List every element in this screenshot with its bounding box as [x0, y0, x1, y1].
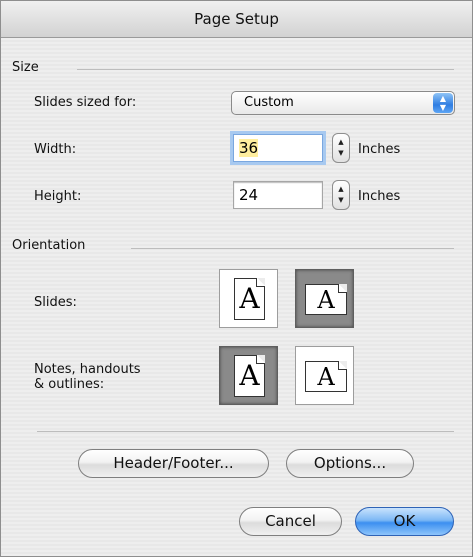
options-button[interactable]: Options... — [286, 449, 414, 478]
buttons-divider — [37, 431, 454, 432]
width-field[interactable]: 36 — [233, 134, 323, 162]
portrait-page-icon: A — [234, 278, 265, 320]
notes-portrait-button[interactable]: A — [219, 346, 278, 405]
title-bar[interactable]: Page Setup — [1, 1, 472, 38]
header-footer-button[interactable]: Header/Footer... — [78, 449, 269, 478]
landscape-page-icon: A — [305, 361, 347, 392]
notes-orientation-label: Notes, handouts & outlines: — [34, 362, 141, 392]
slides-sized-for-label: Slides sized for: — [34, 95, 137, 110]
slides-landscape-button[interactable]: A — [295, 269, 354, 328]
slides-sized-for-popup[interactable]: Custom ▲ ▼ — [231, 91, 455, 115]
height-stepper[interactable]: ▲ ▼ — [332, 180, 350, 210]
landscape-page-icon: A — [305, 284, 347, 315]
width-label: Width: — [34, 142, 77, 157]
width-unit: Inches — [358, 142, 401, 157]
size-section-label: Size — [12, 60, 39, 75]
cancel-button[interactable]: Cancel — [239, 507, 342, 536]
orientation-divider — [131, 248, 454, 249]
dialog-title: Page Setup — [194, 10, 279, 28]
page-setup-dialog: Page Setup Size Slides sized for: Custom… — [0, 0, 473, 557]
height-field[interactable]: 24 — [233, 181, 323, 209]
slides-orientation-label: Slides: — [34, 295, 77, 310]
slides-sized-for-value: Custom — [244, 95, 294, 110]
ok-button[interactable]: OK — [355, 507, 454, 536]
width-value: 36 — [239, 139, 259, 157]
slides-portrait-button[interactable]: A — [219, 269, 278, 328]
popup-arrows-icon: ▲ ▼ — [433, 93, 453, 113]
orientation-section-label: Orientation — [12, 238, 86, 253]
height-label: Height: — [34, 189, 82, 204]
height-value: 24 — [239, 186, 259, 204]
size-divider — [77, 69, 454, 70]
width-stepper[interactable]: ▲ ▼ — [332, 133, 350, 163]
portrait-page-icon: A — [234, 355, 265, 397]
height-unit: Inches — [358, 189, 401, 204]
notes-landscape-button[interactable]: A — [295, 346, 354, 405]
